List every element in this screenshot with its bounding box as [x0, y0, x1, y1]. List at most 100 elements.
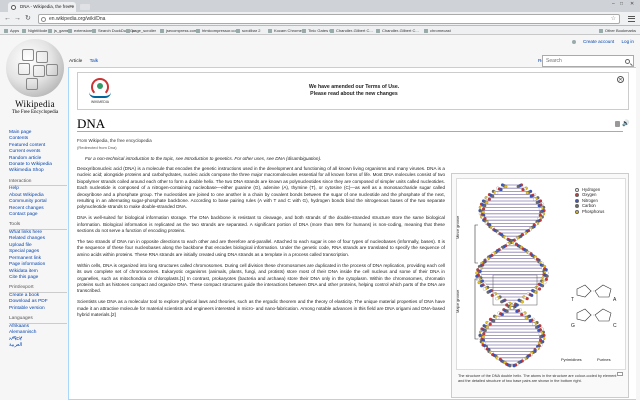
bookmark-item[interactable]: Chandler-Gilbert C...	[376, 28, 419, 34]
base-letter-c: C	[613, 323, 617, 329]
sidebar-link[interactable]: Contact page	[9, 212, 67, 218]
atom-sphere	[535, 201, 539, 205]
atom-sphere	[537, 329, 541, 333]
article-content: WIKIMEDIA We have amended our Terms of U…	[68, 67, 636, 400]
groove-bracket	[474, 278, 478, 340]
page-info-icon[interactable]	[41, 16, 46, 22]
wikimedia-logo-caption: WIKIMEDIA	[90, 100, 110, 104]
banner-message[interactable]: We have amended our Terms of Use. Please…	[78, 84, 630, 98]
close-banner-icon[interactable]: ✕	[617, 76, 624, 83]
legend-label: Nitrogen	[582, 197, 598, 203]
browser-tab[interactable]: DNA - Wikipedia, the free e ✕	[8, 2, 76, 12]
article-paragraph: DNA is well-suited for biological inform…	[77, 215, 445, 234]
search-input[interactable]	[543, 56, 621, 66]
atom-sphere	[520, 300, 524, 304]
close-window-icon[interactable]: ✕	[630, 1, 634, 7]
bookmark-item[interactable]: extensions	[68, 28, 93, 34]
major-groove-label: Major groove	[455, 289, 460, 313]
wikipedia-globe-logo[interactable]	[6, 39, 64, 97]
new-tab-button[interactable]	[80, 4, 90, 10]
bookmark-item[interactable]: scrollbar 2	[236, 28, 260, 34]
atom-sphere	[528, 319, 532, 323]
legend-item: Phosphorus	[575, 209, 604, 214]
tab-talk[interactable]: Talk	[90, 59, 99, 64]
banner-line-2[interactable]: Please read about the new changes	[78, 91, 630, 98]
sidebar-link[interactable]: Wikimedia Shop	[9, 168, 67, 174]
redirect-note[interactable]: (Redirected from Dna)	[77, 145, 117, 150]
browser-tab-bar: DNA - Wikipedia, the free e ✕ – □ ✕	[0, 0, 640, 12]
sidebar-section-heading[interactable]: Tools	[9, 222, 67, 231]
padlock-icon[interactable]	[615, 121, 620, 127]
enlarge-icon[interactable]	[617, 372, 623, 376]
url-bar[interactable]: en.wikipedia.org/wiki/Dna ☆	[38, 14, 620, 24]
back-arrow-icon[interactable]: ←	[4, 14, 11, 24]
atom-sphere	[510, 306, 514, 310]
wikipedia-favicon-icon	[11, 4, 16, 10]
reload-icon[interactable]: ↻	[25, 14, 31, 24]
atom-sphere	[535, 325, 539, 329]
other-bookmarks[interactable]: Other Bookmarks	[598, 28, 636, 34]
personal-tools: Create account Log in	[568, 39, 634, 44]
article-body: Deoxyribonucleic acid (DNA) is a molecul…	[77, 166, 445, 323]
atom-sphere	[488, 322, 492, 326]
atom-sphere	[545, 274, 549, 278]
atom-sphere	[490, 293, 494, 298]
bookmark-star-icon[interactable]: ☆	[611, 15, 616, 24]
wikipedia-wordmark[interactable]: Wikipedia	[4, 99, 66, 109]
atom-sphere	[515, 309, 519, 313]
atom-sphere	[476, 277, 480, 282]
close-tab-icon[interactable]: ✕	[69, 2, 73, 12]
bookmark-item[interactable]: jsecompress.com	[160, 28, 197, 34]
bookmark-item[interactable]: chromecast	[424, 28, 451, 34]
bookmarks-bar: Other Bookmarks Apps NightMode «js_game ex…	[0, 26, 640, 35]
article-paragraph: Within cells, DNA is organized into long…	[77, 262, 445, 294]
dna-helix-figure[interactable]: Hydrogen Oxygen Nitrogen Carbon Phosphorus T…	[455, 178, 626, 370]
bookmark-item[interactable]: js_game	[48, 28, 69, 34]
speaker-icon[interactable]: 🔊	[622, 120, 629, 127]
atom-sphere	[485, 201, 489, 205]
user-icon	[571, 39, 576, 44]
legend-label: Oxygen	[582, 192, 597, 198]
atom-sphere	[479, 284, 484, 288]
atom-sphere	[491, 194, 495, 198]
bookmark-item[interactable]: Apps	[4, 28, 19, 34]
atom-sphere	[482, 287, 487, 291]
sidebar-link[interactable]: Printable version	[9, 306, 67, 312]
bookmark-item[interactable]: page_scroller	[126, 28, 156, 34]
article-paragraph: Deoxyribonucleic acid (DNA) is a molecul…	[77, 166, 445, 210]
atom-sphere	[516, 184, 520, 189]
minor-groove-label: Minor groove	[455, 215, 460, 239]
atom-sphere	[529, 194, 533, 198]
create-account-link[interactable]: Create account	[583, 39, 614, 44]
bookmark-item[interactable]: Kocam Chrome	[268, 28, 302, 34]
maximize-icon[interactable]: □	[620, 1, 623, 7]
bookmark-item[interactable]: Tinic Gates 08	[302, 28, 334, 34]
search-icon[interactable]	[625, 58, 630, 64]
legend-label: Phosphorus	[582, 208, 605, 214]
atom-sphere	[530, 293, 534, 298]
bookmark-item[interactable]: Chandler-Gilbert C...	[330, 28, 373, 34]
atom-sphere	[512, 364, 516, 368]
sidebar-link[interactable]: Cite this page	[9, 275, 67, 281]
legend-swatch	[575, 204, 579, 209]
forward-arrow-icon[interactable]: →	[14, 14, 21, 24]
sidebar-section-heading[interactable]: Print/export	[9, 285, 67, 293]
puzzle-piece	[22, 49, 34, 61]
hatnote: For a non-technical introduction to the …	[85, 156, 322, 161]
sidebar-link[interactable]: العربية	[9, 343, 67, 349]
atom-sphere	[499, 188, 503, 192]
tab-article[interactable]: Article	[69, 59, 82, 64]
minimize-icon[interactable]: –	[612, 1, 615, 7]
sidebar-section-heading[interactable]: Languages	[9, 316, 67, 324]
browser-menu-icon[interactable]	[628, 15, 635, 23]
purines-label: Purines	[597, 357, 611, 362]
atom-sphere	[505, 309, 509, 313]
login-link[interactable]: Log in	[621, 39, 634, 44]
url-text: en.wikipedia.org/wiki/Dna	[49, 16, 106, 22]
legend-swatch	[575, 187, 579, 192]
puzzle-piece	[18, 63, 30, 75]
article-tagline: From Wikipedia, the free encyclopedia	[77, 138, 152, 143]
bookmark-item[interactable]: NightMode «	[22, 28, 51, 34]
bookmark-item[interactable]: htmlcompressor.com	[196, 28, 239, 34]
legend-swatch	[575, 209, 579, 214]
